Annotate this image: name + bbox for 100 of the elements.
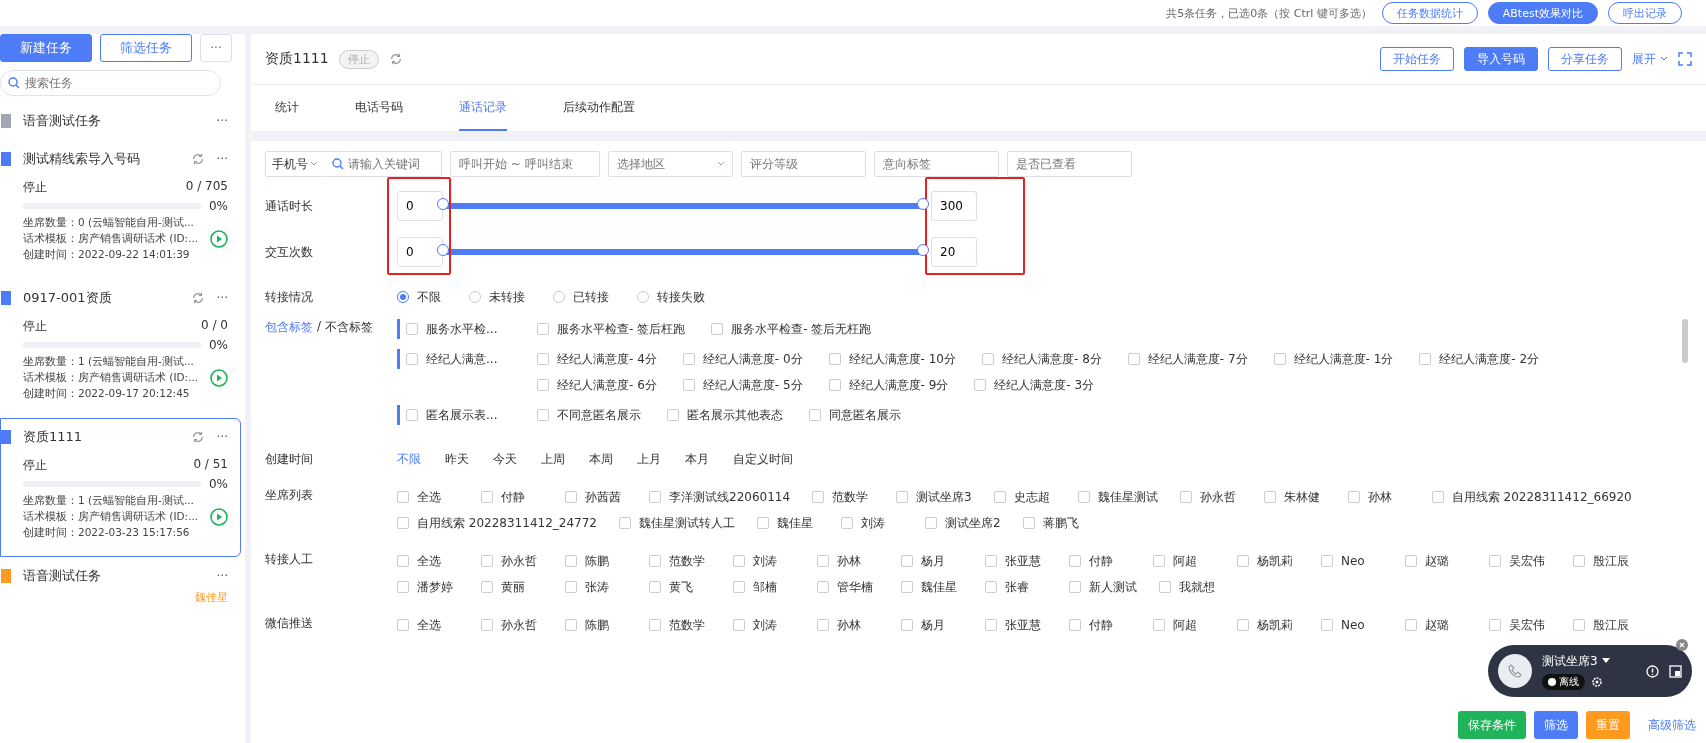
min-input[interactable]: 0: [397, 237, 443, 267]
task-card[interactable]: 语音测试任务 ··· 魏佳星: [0, 557, 241, 613]
min-input[interactable]: 0: [397, 191, 443, 221]
date-option[interactable]: 上月: [637, 450, 661, 468]
checkbox[interactable]: 刘涛: [841, 513, 903, 533]
checkbox[interactable]: 魏佳星: [901, 577, 963, 597]
date-option[interactable]: 本周: [589, 450, 613, 468]
checkbox[interactable]: 魏佳星测试转人工: [619, 513, 735, 533]
refresh-icon[interactable]: [190, 291, 205, 305]
checkbox[interactable]: 吴宏伟: [1489, 615, 1551, 635]
more-button[interactable]: ···: [200, 34, 232, 62]
checkbox[interactable]: 陈鹏: [565, 615, 627, 635]
input-field[interactable]: 评分等级: [741, 151, 866, 177]
tag-mode-tab[interactable]: 不含标签: [325, 319, 374, 336]
status-chip[interactable]: 离线: [1542, 673, 1585, 690]
checkbox[interactable]: 服务水平检查- 签后枉跑: [537, 319, 686, 339]
checkbox[interactable]: 测试坐席3: [896, 487, 972, 507]
play-icon[interactable]: [210, 369, 228, 387]
checkbox[interactable]: 孙永哲: [1179, 487, 1242, 507]
play-icon[interactable]: [210, 508, 228, 526]
checkbox[interactable]: 付静: [1069, 551, 1131, 571]
checkbox[interactable]: 自用线索 20228311412_24772: [397, 513, 597, 533]
tab[interactable]: 电话号码: [355, 85, 403, 131]
checkbox[interactable]: 自用线索 20228311412_66920: [1431, 487, 1632, 507]
date-option[interactable]: 今天: [493, 450, 517, 468]
checkbox[interactable]: 全选: [397, 487, 459, 507]
keyword-field[interactable]: 请输入关键词: [324, 151, 442, 177]
checkbox[interactable]: 管华楠: [817, 577, 879, 597]
checkbox[interactable]: 经纪人满意度- 6分: [537, 375, 657, 395]
refresh-icon[interactable]: [388, 52, 403, 66]
caret-icon[interactable]: [1601, 658, 1610, 664]
checkbox[interactable]: 孙林: [1347, 487, 1410, 507]
sidebar-button[interactable]: 新建任务: [0, 34, 92, 62]
checkbox[interactable]: 孙永哲: [481, 615, 543, 635]
checkbox[interactable]: 服务水平检...: [406, 319, 498, 339]
tab[interactable]: 统计: [275, 85, 299, 131]
checkbox[interactable]: Neo: [1321, 615, 1383, 635]
checkbox[interactable]: 经纪人满意度- 10分: [828, 349, 956, 369]
checkbox[interactable]: 经纪人满意度- 2分: [1419, 349, 1540, 369]
more-button[interactable]: ···: [216, 569, 228, 583]
checkbox[interactable]: 范数学: [812, 487, 875, 507]
agent-name[interactable]: 测试坐席3: [1542, 652, 1598, 670]
sidebar-button[interactable]: 筛选任务: [100, 34, 192, 62]
info-icon[interactable]: [1646, 664, 1659, 678]
checkbox[interactable]: 经纪人满意度- 3分: [974, 375, 1095, 395]
refresh-icon[interactable]: [190, 152, 205, 166]
action-button[interactable]: 开始任务: [1380, 47, 1454, 71]
slider-handle[interactable]: [917, 244, 929, 256]
date-option[interactable]: 上周: [541, 450, 565, 468]
checkbox[interactable]: 赵璐: [1405, 615, 1467, 635]
checkbox[interactable]: 陈鹏: [565, 551, 627, 571]
scrollbar[interactable]: [1682, 319, 1688, 363]
checkbox[interactable]: 孙林: [817, 615, 879, 635]
toolbar-button[interactable]: ABtest效果对比: [1487, 2, 1598, 24]
date-option[interactable]: 不限: [397, 450, 421, 468]
checkbox[interactable]: 阿超: [1153, 615, 1215, 635]
search-field[interactable]: 搜索任务: [0, 70, 221, 96]
checkbox[interactable]: 魏佳星测试: [1077, 487, 1158, 507]
task-name[interactable]: 语音测试任务: [23, 567, 205, 585]
checkbox[interactable]: 殷江辰: [1573, 551, 1635, 571]
checkbox[interactable]: 朱林健: [1263, 487, 1326, 507]
radio-option[interactable]: 不限: [397, 288, 441, 306]
checkbox[interactable]: 杨凯莉: [1237, 551, 1299, 571]
checkbox[interactable]: 我就想: [1159, 577, 1221, 597]
date-option[interactable]: 自定义时间: [733, 450, 793, 468]
checkbox[interactable]: 经纪人满意度- 5分: [682, 375, 803, 395]
task-card[interactable]: 0917-001资质 ··· 停止 0 / 0 0% 坐席数量：1 (云蝠智能自用-测试... 话术模板：房产销售调研话术 (ID:... 创建时间：2022-09-17 20:12:45: [0, 279, 241, 418]
expand-link[interactable]: 展开: [1632, 50, 1668, 68]
filter-action-button[interactable]: 筛选: [1534, 711, 1578, 739]
tag-mode-tab[interactable]: 包含标签: [265, 319, 313, 336]
checkbox[interactable]: 经纪人满意度- 1分: [1273, 349, 1394, 369]
date-option[interactable]: 本月: [685, 450, 709, 468]
checkbox[interactable]: 服务水平检查- 签后无枉跑: [711, 319, 872, 339]
max-input[interactable]: 20: [931, 237, 977, 267]
radio-option[interactable]: 转接失败: [637, 288, 705, 306]
checkbox[interactable]: 刘涛: [733, 551, 795, 571]
checkbox[interactable]: 范数学: [649, 615, 711, 635]
task-card[interactable]: 资质1111 ··· 停止 0 / 51 0% 坐席数量：1 (云蝠智能自用-测试... 话术模板：房产销售调研话术 (ID:... 创建时间：2022-03-23 15:17:56: [0, 418, 241, 557]
action-button[interactable]: 导入号码: [1464, 47, 1538, 71]
date-option[interactable]: 昨天: [445, 450, 469, 468]
checkbox[interactable]: 不同意匿名展示: [537, 405, 641, 425]
checkbox[interactable]: 张亚慧: [985, 551, 1047, 571]
checkbox[interactable]: 测试坐席2: [925, 513, 1001, 533]
checkbox[interactable]: 孙永哲: [481, 551, 543, 571]
checkbox[interactable]: 刘涛: [733, 615, 795, 635]
refresh-icon[interactable]: [190, 430, 205, 444]
tab[interactable]: 通话记录: [459, 85, 507, 131]
more-button[interactable]: ···: [216, 152, 228, 166]
checkbox[interactable]: 经纪人满意度- 4分: [537, 349, 657, 369]
checkbox[interactable]: 张亚慧: [985, 615, 1047, 635]
checkbox[interactable]: 匿名展示其他表态: [667, 405, 783, 425]
checkbox[interactable]: 同意匿名展示: [809, 405, 901, 425]
checkbox[interactable]: 经纪人满意...: [406, 349, 498, 369]
checkbox[interactable]: 杨月: [901, 615, 963, 635]
checkbox[interactable]: 阿超: [1153, 551, 1215, 571]
checkbox[interactable]: 吴宏伟: [1489, 551, 1551, 571]
toolbar-button[interactable]: 呼出记录: [1608, 2, 1682, 24]
checkbox[interactable]: Neo: [1321, 551, 1383, 571]
slider-handle[interactable]: [917, 198, 929, 210]
checkbox[interactable]: 黄丽: [481, 577, 543, 597]
